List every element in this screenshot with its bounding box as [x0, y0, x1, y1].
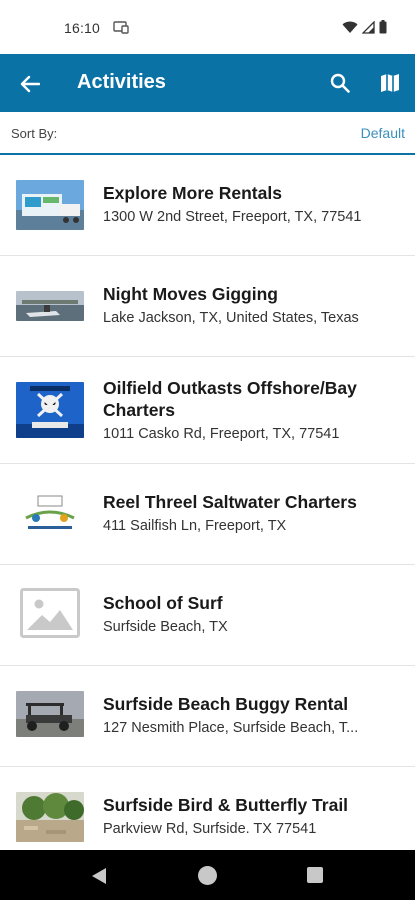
activity-thumbnail [16, 691, 84, 737]
activity-address: 1011 Casko Rd, Freeport, TX, 77541 [103, 426, 340, 442]
list-item[interactable]: Night Moves Gigging Lake Jackson, TX, Un… [0, 256, 415, 357]
list-item[interactable]: School of Surf Surfside Beach, TX [0, 565, 415, 666]
list-item[interactable]: Surfside Bird & Butterfly Trail Parkview… [0, 767, 415, 850]
back-button[interactable] [16, 70, 44, 98]
wifi-icon [342, 21, 358, 33]
activity-title: School of Surf [103, 593, 223, 613]
activity-thumbnail [16, 488, 84, 538]
activity-title: Explore More Rentals [103, 183, 282, 203]
activity-address: 1300 W 2nd Street, Freeport, TX, 77541 [103, 209, 362, 225]
activity-address: Lake Jackson, TX, United States, Texas [103, 310, 359, 326]
signal-icon [362, 20, 375, 34]
sort-bar: Sort By: Default [0, 112, 415, 155]
activity-address: Surfside Beach, TX [103, 619, 228, 635]
map-icon [381, 74, 399, 92]
list-item[interactable]: Reel Threel Saltwater Charters 411 Sailf… [0, 464, 415, 565]
activity-thumbnail [16, 180, 84, 230]
list-item[interactable]: Explore More Rentals 1300 W 2nd Street, … [0, 155, 415, 256]
activity-title: Surfside Beach Buggy Rental [103, 694, 349, 714]
map-button[interactable] [376, 69, 404, 97]
activity-title: Oilfield Outkasts Offshore/Bay Charters [103, 378, 357, 420]
battery-icon [379, 20, 387, 34]
sort-dropdown[interactable]: Default [361, 125, 405, 141]
app-bar: Activities [0, 54, 415, 112]
activity-thumbnail [16, 792, 84, 842]
arrow-back-icon [20, 75, 40, 93]
activity-thumbnail [16, 382, 84, 438]
list-item[interactable]: Surfside Beach Buggy Rental 127 Nesmith … [0, 666, 415, 767]
activity-address: 127 Nesmith Place, Surfside Beach, T... [103, 720, 359, 736]
activity-list[interactable]: Explore More Rentals 1300 W 2nd Street, … [0, 155, 415, 850]
activity-address: Parkview Rd, Surfside. TX 77541 [103, 821, 317, 837]
nav-back-icon[interactable] [91, 867, 107, 890]
status-time: 16:10 [64, 20, 101, 36]
sort-label: Sort By: [11, 126, 58, 141]
status-bar: 16:10 [0, 0, 415, 54]
list-item[interactable]: Oilfield Outkasts Offshore/Bay Charters … [0, 357, 415, 464]
page-title: Activities [77, 71, 166, 93]
nav-home-icon[interactable] [198, 866, 217, 885]
nav-recents-icon[interactable] [307, 867, 323, 883]
activity-thumbnail [16, 291, 84, 321]
search-button[interactable] [326, 69, 354, 97]
activity-title: Reel Threel Saltwater Charters [103, 492, 357, 512]
search-icon [330, 73, 350, 93]
status-icons [342, 20, 387, 34]
activity-address: 411 Sailfish Ln, Freeport, TX [103, 518, 287, 534]
image-placeholder-icon [20, 588, 80, 638]
activity-title: Surfside Bird & Butterfly Trail [103, 795, 349, 815]
cast-icon [113, 20, 129, 39]
system-nav-bar [0, 850, 415, 900]
activity-title: Night Moves Gigging [103, 284, 278, 304]
